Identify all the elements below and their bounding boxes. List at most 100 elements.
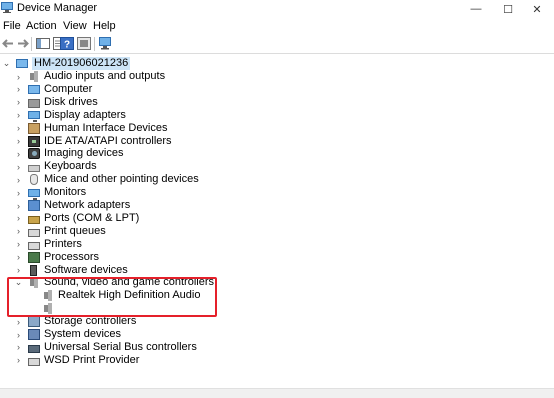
tree-category-label: Ports (COM & LPT) [44,211,140,224]
tree-device[interactable]: Realtek High Definition Audio [37,289,200,302]
camera-icon [28,148,40,160]
scan-hardware-icon[interactable] [98,37,112,50]
tree-category-label: WSD Print Provider [44,353,140,366]
window-title: Device Manager [17,2,98,14]
help-icon[interactable]: ? [60,37,74,50]
back-icon[interactable] [1,37,15,50]
tree-root-label: HM-201906021236 [32,57,131,70]
tree-category[interactable]: › Keyboards [14,160,97,173]
menu-action[interactable]: Action [26,20,57,32]
tree-category[interactable]: › IDE ATA/ATAPI controllers [14,135,172,148]
tree-category[interactable]: › Human Interface Devices [14,122,168,135]
tree-category[interactable]: › Processors [14,251,99,264]
tree-category-label: System devices [44,328,122,340]
tree-category[interactable]: › Computer [14,83,92,96]
device-manager-icon [1,2,13,13]
tree-category-label: Mice and other pointing devices [44,173,199,186]
tree-category[interactable]: › Print queues [14,225,106,238]
chevron-right-icon[interactable]: › [14,186,23,199]
tree-category-label: Storage controllers [44,315,137,328]
chevron-right-icon[interactable]: › [14,70,23,83]
speaker-icon [42,290,54,302]
computer-icon [16,59,28,68]
menu-file[interactable]: File [3,20,21,32]
speaker-icon [42,303,54,315]
chevron-down-icon[interactable]: ⌄ [14,276,23,289]
tree-category-label: Keyboards [44,160,97,173]
tree-category[interactable]: › Audio inputs and outputs [14,70,165,83]
tree-category[interactable]: › Storage controllers [14,315,136,328]
tree-category[interactable]: › Network adapters [14,199,130,212]
tree-category-label: Display adapters [44,108,126,121]
close-button[interactable]: ✕ [520,0,554,18]
tree-category[interactable]: ⌄ Sound, video and game controllers [14,276,214,289]
processor-icon [28,251,40,263]
chevron-right-icon[interactable]: › [14,328,23,341]
chevron-right-icon[interactable]: › [14,238,23,251]
tree-category[interactable]: › Universal Serial Bus controllers [14,341,197,354]
chevron-right-icon[interactable]: › [14,83,23,96]
port-icon [28,216,40,225]
chevron-right-icon[interactable]: › [14,96,23,109]
tree-category[interactable]: › System devices [14,328,121,341]
disk-drive-icon [28,98,40,108]
menu-view[interactable]: View [63,20,87,32]
tree-category[interactable]: › Ports (COM & LPT) [14,212,139,225]
show-hide-console-tree-icon[interactable] [36,37,50,50]
chevron-right-icon[interactable]: › [14,160,23,173]
chevron-right-icon[interactable]: › [14,122,23,135]
chevron-right-icon[interactable]: › [14,135,23,148]
chevron-right-icon[interactable]: › [14,147,23,160]
tree-category[interactable]: › Imaging devices [14,147,124,160]
title-bar: Device Manager — ☐ ✕ [0,0,554,18]
tree-device[interactable] [37,302,58,315]
toolbar-separator [94,37,95,51]
toolbar: ? [0,34,554,54]
printer-icon [28,358,40,367]
menu-bar: File Action View Help [0,18,554,34]
software-device-icon [30,264,37,276]
chevron-right-icon[interactable]: › [14,173,23,186]
tree-category[interactable]: › Software devices [14,264,128,277]
close-icon: ✕ [532,3,542,16]
tree-category[interactable]: › Printers [14,238,82,251]
display-adapter-icon [28,111,40,123]
chevron-right-icon[interactable]: › [14,341,23,354]
toolbar-separator [31,37,32,51]
tree-category-label: IDE ATA/ATAPI controllers [44,134,172,147]
tree-category[interactable]: › Mice and other pointing devices [14,173,199,186]
forward-icon[interactable] [16,37,30,50]
usb-icon [28,345,40,354]
tree-category-label: Computer [44,82,93,95]
maximize-icon: ☐ [503,3,513,16]
chevron-right-icon[interactable]: › [14,251,23,264]
tree-category-label: Disk drives [44,95,98,108]
chevron-right-icon[interactable]: › [14,354,23,367]
tree-category[interactable]: › Disk drives [14,96,98,109]
tree-root[interactable]: ⌄ HM-201906021236 [2,57,131,70]
menu-help[interactable]: Help [93,20,116,32]
tree-category[interactable]: › Display adapters [14,108,126,123]
chevron-right-icon[interactable]: › [14,264,23,277]
chevron-right-icon[interactable]: › [14,109,23,122]
device-tree: ⌄ HM-201906021236 › Audio inputs and outp… [0,55,554,385]
mouse-icon [30,174,38,186]
print-queue-icon [28,229,40,238]
chevron-down-icon[interactable]: ⌄ [2,57,11,70]
tree-category[interactable]: › WSD Print Provider [14,354,139,367]
chevron-right-icon[interactable]: › [14,212,23,225]
status-bar [0,388,554,398]
tree-category[interactable]: › Monitors [14,186,86,200]
tree-category-label: Imaging devices [44,147,124,160]
network-adapter-icon [28,200,40,211]
chevron-right-icon[interactable]: › [14,315,23,328]
speaker-icon [28,71,40,82]
tree-category-label: Human Interface Devices [44,121,168,134]
tree-category-label: Universal Serial Bus controllers [44,340,197,353]
tree-category-label: Sound, video and game controllers [44,276,214,289]
chevron-right-icon[interactable]: › [14,225,23,238]
tree-category-label: Print queues [44,224,106,237]
storage-controller-icon [28,316,40,328]
update-driver-icon[interactable] [77,37,91,50]
chevron-right-icon[interactable]: › [14,199,23,212]
